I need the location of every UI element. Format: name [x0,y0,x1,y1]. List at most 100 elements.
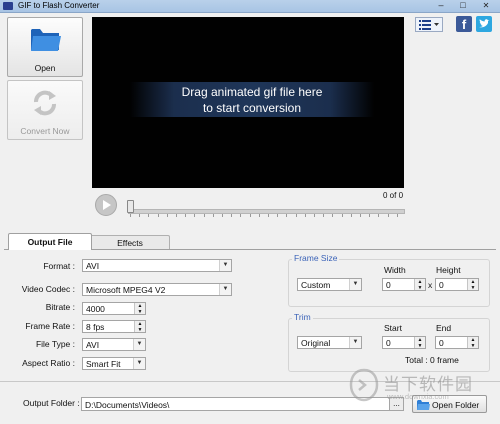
height-label: Height [436,265,461,275]
chevron-down-icon: ▼ [349,279,361,290]
seek-tick [166,214,168,217]
drop-hint-line1: Drag animated gif file here [181,85,323,99]
chevron-down-icon: ▼ [133,339,145,350]
frame-size-mode-value: Custom [301,280,331,290]
start-label: Start [384,323,402,333]
bitrate-value: 4000 [86,304,105,314]
seek-tick [360,214,361,217]
close-button[interactable]: ✕ [476,0,496,11]
start-stepper[interactable]: 0 ▲ ▼ [382,336,426,349]
trim-mode-select[interactable]: Original ▼ [297,336,362,349]
window-title: GIF to Flash Converter [18,1,100,10]
format-select[interactable]: AVI ▼ [82,259,232,272]
watermark-url: www.downxia.com [387,392,449,401]
file-type-label: File Type : [35,339,75,349]
frame-counter: 0 of 0 [383,191,404,200]
seek-tick [295,214,297,217]
format-value: AVI [86,261,100,271]
chevron-down-icon: ▼ [219,260,231,271]
seek-tick [304,214,306,217]
height-stepper[interactable]: 0 ▲ ▼ [435,278,479,291]
seek-thumb[interactable] [127,200,134,213]
play-icon [103,200,111,210]
seek-tick [231,214,233,217]
video-codec-select[interactable]: Microsoft MPEG4 V2 ▼ [82,283,232,296]
facebook-icon[interactable]: f [456,16,472,32]
seek-tick [157,214,159,217]
minimize-button[interactable]: – [431,0,451,11]
app-icon [3,2,13,10]
tab-effects[interactable]: Effects [90,235,170,250]
seek-tick [249,214,251,217]
format-label: Format : [43,261,75,271]
tab-output-file[interactable]: Output File [8,233,92,250]
spin-down-icon[interactable]: ▼ [134,326,145,332]
aspect-ratio-value: Smart Fit [86,359,121,369]
spin-down-icon[interactable]: ▼ [414,342,425,348]
bitrate-label: Bitrate : [45,302,75,312]
title-bar: GIF to Flash Converter – □ ✕ [0,0,500,13]
play-button[interactable] [95,194,117,216]
end-label: End [436,323,452,333]
aspect-ratio-select[interactable]: Smart Fit ▼ [82,357,146,370]
seek-tick [130,214,131,217]
seek-tick [341,214,343,217]
refresh-icon [34,90,56,116]
end-value: 0 [439,338,444,348]
seek-tick [323,214,325,217]
folder-icon [31,29,61,51]
seek-tick [268,214,269,217]
seek-tick [185,214,187,217]
seek-tick [369,214,371,217]
twitter-bird-icon [479,19,490,28]
seek-tick [222,214,223,217]
frame-size-legend: Frame Size [292,253,340,263]
watermark-logo-icon [349,368,379,402]
chevron-down-icon: ▼ [133,358,145,369]
seek-tick [378,214,380,217]
drop-hint-line2: to start conversion [202,101,302,115]
seek-tick [194,214,196,217]
trim-total: Total : 0 frame [405,355,459,365]
video-codec-value: Microsoft MPEG4 V2 [86,285,166,295]
menu-button[interactable] [415,17,443,32]
seek-track[interactable] [128,209,405,214]
width-stepper[interactable]: 0 ▲ ▼ [382,278,426,291]
output-folder-label: Output Folder : [23,398,80,408]
frame-size-mode-select[interactable]: Custom ▼ [297,278,362,291]
frame-rate-stepper[interactable]: 8 fps ▲ ▼ [82,320,146,333]
seek-tick [139,214,141,217]
spin-down-icon[interactable]: ▼ [414,284,425,290]
trim-mode-value: Original [301,338,331,348]
seek-tick [396,214,398,217]
seek-tick [258,214,260,217]
file-type-select[interactable]: AVI ▼ [82,338,146,351]
spin-down-icon[interactable]: ▼ [134,308,145,314]
convert-now-button[interactable]: Convert Now [7,80,83,140]
seek-tick [148,214,150,217]
seek-tick [314,214,315,217]
watermark: 当下软件园 www.downxia.com [345,368,495,406]
end-stepper[interactable]: 0 ▲ ▼ [435,336,479,349]
bitrate-stepper[interactable]: 4000 ▲ ▼ [82,302,146,315]
output-folder-input[interactable]: D:\Documents\Videos\ [81,397,390,411]
open-button[interactable]: Open [7,17,83,77]
seek-tick [277,214,279,217]
times-sign: x [428,280,433,290]
spin-down-icon[interactable]: ▼ [467,342,478,348]
maximize-button[interactable]: □ [453,0,473,11]
frame-rate-label: Frame Rate : [25,321,75,331]
chevron-down-icon: ▼ [219,284,231,295]
aspect-ratio-label: Aspect Ratio : [22,358,75,368]
width-label: Width [384,265,406,275]
seek-tick [176,214,177,217]
seek-tick [350,214,352,217]
chevron-down-icon: ▼ [349,337,361,348]
spin-down-icon[interactable]: ▼ [467,284,478,290]
height-value: 0 [439,280,444,290]
drop-hint-banner: Drag animated gif file here to start con… [130,82,374,117]
width-value: 0 [386,280,391,290]
seek-tick [387,214,389,217]
twitter-icon[interactable] [476,16,492,32]
video-codec-label: Video Codec : [21,284,75,294]
